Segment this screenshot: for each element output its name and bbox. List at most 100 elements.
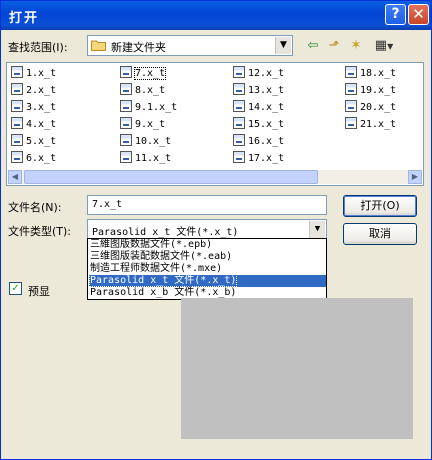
file-name: 18.x_t (360, 68, 397, 79)
open-dialog: 打开 ? ✕ 查找范围(I): 新建文件夹 ▼ ⇦ ⬏ ✶ ▦▼ 21.x_t 2… (0, 0, 432, 460)
file-name: 17.x_t (248, 153, 285, 164)
file-name: 9.x_t (135, 119, 166, 130)
file-item[interactable]: 11.x_t (120, 151, 171, 167)
filetype-dropdown-list[interactable]: 三維图版数据文件(*.epb) 三维图版装配数据文件(*.eab) 制造工程师数据文… (87, 238, 327, 300)
file-icon (345, 66, 357, 78)
file-icon (345, 117, 357, 129)
filetype-select[interactable]: Parasolid x_t 文件(*.x_t) ▼ (87, 219, 327, 239)
filetype-value: Parasolid x_t 文件(*.x_t) (92, 227, 239, 238)
file-item[interactable]: 3.x_t (11, 100, 56, 116)
filetype-option[interactable]: Parasolid x_t 文件(*.x_t) (88, 274, 326, 287)
close-button[interactable]: ✕ (408, 4, 429, 25)
file-icon (120, 151, 132, 163)
preview-checkbox[interactable]: ✓ (9, 282, 22, 295)
filetype-option[interactable]: 三维图版装配数据文件(*.eab) (89, 251, 326, 263)
file-item[interactable]: 14.x_t (233, 100, 284, 116)
file-icon (233, 83, 245, 95)
filetype-option-label: Parasolid x_t 文件(*.x_t) (88, 274, 238, 287)
file-item[interactable]: 9.x_t (120, 117, 165, 133)
file-item[interactable]: 2.x_t (11, 83, 56, 99)
preview-label: 预显 (28, 285, 50, 298)
window-title: 打开 (9, 11, 40, 26)
file-item[interactable]: 10.x_t (120, 134, 171, 150)
scroll-right-button[interactable]: ▶ (408, 170, 422, 184)
file-icon (120, 134, 132, 146)
filetype-option-label: 三维图版装配数据文件(*.eab) (90, 251, 233, 262)
new-folder-icon[interactable]: ✶ (347, 37, 365, 55)
filetype-option-label: 制造工程师数据文件(*.mxe) (90, 263, 223, 274)
file-list[interactable]: 21.x_t 20.x_t 19.x_t 18.x_t 17.x_t 16.x_t 15.x… (6, 62, 424, 186)
file-name: 14.x_t (248, 102, 285, 113)
filetype-option-label: Parasolid x_b 文件(*.x_b) (90, 287, 237, 298)
file-item[interactable]: 18.x_t (345, 66, 396, 82)
file-item[interactable]: 13.x_t (233, 83, 284, 99)
file-name: 19.x_t (360, 85, 397, 96)
file-icon (11, 134, 23, 146)
file-item[interactable]: 16.x_t (233, 134, 284, 150)
file-name: 7.x_t (133, 67, 167, 80)
file-name: 20.x_t (360, 102, 397, 113)
file-item[interactable]: 21.x_t (345, 117, 396, 133)
file-item[interactable]: 12.x_t (233, 66, 284, 82)
file-item[interactable]: 8.x_t (120, 83, 165, 99)
file-item[interactable]: 1.x_t (11, 66, 56, 82)
file-item[interactable]: 9.1.x_t (120, 100, 177, 116)
lookin-label: 查找范围(I): (8, 41, 68, 54)
scroll-left-button[interactable]: ◀ (8, 170, 22, 184)
file-icon (233, 117, 245, 129)
filetype-option[interactable]: 制造工程师数据文件(*.mxe) (89, 263, 326, 275)
chevron-down-icon[interactable]: ▼ (275, 37, 291, 54)
file-name: 6.x_t (26, 153, 57, 164)
file-item[interactable]: 5.x_t (11, 134, 56, 150)
file-item[interactable]: 15.x_t (233, 117, 284, 133)
open-button[interactable]: 打开(O) (343, 195, 417, 217)
file-item[interactable]: 19.x_t (345, 83, 396, 99)
back-icon[interactable]: ⇦ (304, 37, 322, 55)
cancel-button[interactable]: 取消 (343, 223, 417, 245)
file-name: 4.x_t (26, 119, 57, 130)
file-item[interactable]: 7.x_t (120, 66, 167, 82)
file-name: 3.x_t (26, 102, 57, 113)
file-icon (11, 100, 23, 112)
filetype-label: 文件类型(T): (8, 225, 72, 238)
file-icon (233, 100, 245, 112)
title-bar[interactable]: 打开 ? ✕ (1, 1, 431, 30)
help-button[interactable]: ? (385, 4, 406, 25)
file-icon (11, 151, 23, 163)
file-icon (120, 66, 132, 78)
file-name: 21.x_t (360, 119, 397, 130)
file-item[interactable]: 17.x_t (233, 151, 284, 167)
view-chevron-icon: ▼ (387, 42, 394, 51)
chevron-down-icon[interactable]: ▼ (309, 221, 325, 238)
horizontal-scrollbar[interactable]: ◀ ▶ (8, 170, 422, 184)
file-icon (11, 117, 23, 129)
filetype-option[interactable]: 三維图版数据文件(*.epb) (89, 239, 326, 251)
file-item[interactable]: 6.x_t (11, 151, 56, 167)
file-icon (120, 100, 132, 112)
file-name: 1.x_t (26, 68, 57, 79)
file-name: 16.x_t (248, 136, 285, 147)
file-icon (120, 83, 132, 95)
view-menu-icon[interactable]: ▦▼ (371, 37, 397, 55)
file-icon (233, 134, 245, 146)
file-name: 5.x_t (26, 136, 57, 147)
file-item[interactable]: 4.x_t (11, 117, 56, 133)
file-item[interactable]: 20.x_t (345, 100, 396, 116)
filename-label: 文件名(N): (8, 201, 62, 214)
file-icon (11, 83, 23, 95)
file-icon (233, 151, 245, 163)
file-icon (345, 83, 357, 95)
file-icon (120, 117, 132, 129)
filename-input[interactable]: 7.x_t (87, 195, 327, 215)
lookin-dropdown[interactable]: 新建文件夹 ▼ (87, 35, 293, 56)
lookin-value: 新建文件夹 (111, 41, 166, 54)
file-icon (345, 100, 357, 112)
up-folder-icon[interactable]: ⬏ (325, 37, 343, 55)
file-name: 9.1.x_t (135, 102, 178, 113)
file-name: 12.x_t (248, 68, 285, 79)
file-icon (233, 66, 245, 78)
file-name: 13.x_t (248, 85, 285, 96)
scroll-thumb[interactable] (24, 170, 318, 184)
file-name: 11.x_t (135, 153, 172, 164)
folder-icon (91, 40, 106, 51)
